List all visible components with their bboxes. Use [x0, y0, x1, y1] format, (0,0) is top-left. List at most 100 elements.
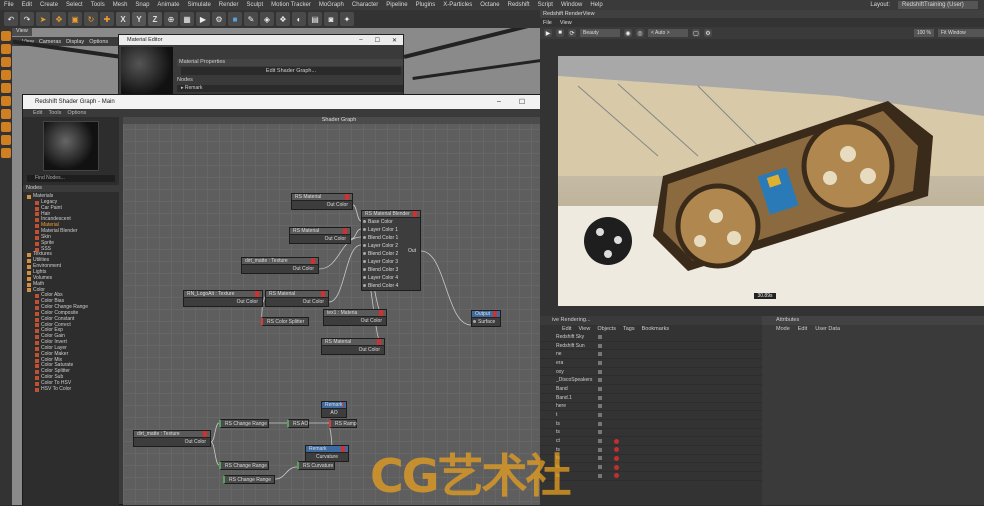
subdivision-icon[interactable]: ◈	[260, 12, 274, 26]
points-mode-icon[interactable]	[1, 57, 11, 67]
menu-item-help[interactable]: Help	[586, 2, 606, 8]
minimize-icon[interactable]: –	[497, 98, 501, 106]
object-row[interactable]: Band	[540, 385, 762, 394]
visibility-toggle[interactable]	[598, 352, 602, 356]
object-row[interactable]: Band.1	[540, 394, 762, 403]
object-row[interactable]: ct	[540, 437, 762, 446]
visibility-toggle[interactable]	[598, 474, 602, 478]
om-menu-bookmarks[interactable]: Bookmarks	[642, 326, 670, 332]
menu-item-redshift[interactable]: Redshift	[504, 2, 534, 8]
node-logotex[interactable]: RN_LogoAlt : TextureOut Color	[183, 290, 263, 307]
zoom-field[interactable]: 100 %	[914, 29, 934, 37]
visibility-toggle[interactable]	[598, 439, 602, 443]
object-row[interactable]: here	[540, 403, 762, 412]
maximize-icon[interactable]: ☐	[519, 98, 525, 106]
model-mode-icon[interactable]	[1, 31, 11, 41]
material-tag-icon[interactable]	[614, 465, 619, 470]
snap-icon[interactable]	[1, 109, 11, 119]
object-row[interactable]: era	[540, 359, 762, 368]
visibility-toggle[interactable]	[598, 448, 602, 452]
menu-item-file[interactable]: File	[0, 2, 18, 8]
node-splitter[interactable]: RS Color Splitter	[261, 317, 309, 326]
x-axis-button[interactable]: X	[116, 12, 130, 26]
grid-icon[interactable]	[1, 148, 11, 158]
render-view-icon[interactable]: ▶	[196, 12, 210, 26]
lock-icon[interactable]	[1, 135, 11, 145]
node-input-port[interactable]: Blend Color 3	[362, 266, 420, 274]
rotate-tool-icon[interactable]: ↻	[84, 12, 98, 26]
node-output-port[interactable]: Out	[404, 247, 420, 255]
node-rsmat2[interactable]: RS MaterialOut Color	[289, 227, 351, 244]
material-tag-icon[interactable]	[614, 439, 619, 444]
z-axis-button[interactable]: Z	[148, 12, 162, 26]
sg-menu-tools[interactable]: Tools	[48, 110, 61, 116]
edges-mode-icon[interactable]	[1, 70, 11, 80]
object-row[interactable]: ne	[540, 350, 762, 359]
node-input-port[interactable]: Layer Color 3	[362, 258, 420, 266]
node-output-port[interactable]: Out Color	[266, 298, 328, 306]
tree-item[interactable]: HSV To Color	[23, 387, 119, 393]
material-tag-icon[interactable]	[614, 456, 619, 461]
visibility-toggle[interactable]	[598, 378, 602, 382]
edit-shader-graph-button[interactable]: Edit Shader Graph...	[181, 67, 401, 75]
close-icon[interactable]: ✕	[392, 37, 397, 44]
menu-item-simulate[interactable]: Simulate	[183, 2, 214, 8]
shader-graph-titlebar[interactable]: Redshift Shader Graph - Main –☐✕	[23, 95, 557, 109]
menu-item-edit[interactable]: Edit	[18, 2, 36, 8]
menu-item-character[interactable]: Character	[348, 2, 382, 8]
node-output[interactable]: OutputSurface	[471, 310, 501, 327]
attr-menu-edit[interactable]: Edit	[798, 326, 807, 332]
node-remark_ao[interactable]: RemarkAO	[321, 401, 347, 418]
node-input-port[interactable]: Layer Color 4	[362, 274, 420, 282]
visibility-toggle[interactable]	[598, 465, 602, 469]
node-cr1[interactable]: RS Change Range	[219, 419, 269, 428]
node-input-port[interactable]: Blend Color 1	[362, 234, 420, 242]
camera-icon[interactable]: ◙	[324, 12, 338, 26]
node-dirt2[interactable]: dirt_matte : TextureOut Color	[133, 430, 211, 447]
move-tool-icon[interactable]: ✥	[52, 12, 66, 26]
menu-item-mograph[interactable]: MoGraph	[315, 2, 348, 8]
object-row[interactable]: ts	[540, 472, 762, 481]
visibility-toggle[interactable]	[598, 396, 602, 400]
visibility-toggle[interactable]	[598, 361, 602, 365]
light-icon[interactable]: ✦	[340, 12, 354, 26]
maximize-icon[interactable]: ☐	[375, 37, 380, 44]
object-row[interactable]: oxy	[540, 368, 762, 377]
menu-item-animate[interactable]: Animate	[153, 2, 183, 8]
coord-system-icon[interactable]: ⊕	[164, 12, 178, 26]
menu-item-mesh[interactable]: Mesh	[109, 2, 132, 8]
menu-item-select[interactable]: Select	[62, 2, 87, 8]
node-rsmat1[interactable]: RS MaterialOut Color	[291, 193, 353, 210]
menu-item-sculpt[interactable]: Sculpt	[242, 2, 267, 8]
sg-menu-edit[interactable]: Edit	[33, 110, 42, 116]
object-row[interactable]: _DiscoSpeakers	[540, 376, 762, 385]
node-rsmat4[interactable]: RS MaterialOut Color	[321, 338, 385, 355]
object-row[interactable]: Redshift Sky	[540, 333, 762, 342]
node-cr3[interactable]: RS Change Range	[223, 475, 275, 484]
node-ramp[interactable]: RS Ramp	[329, 419, 357, 428]
node-input-port[interactable]: Base Color	[362, 218, 420, 226]
menu-item-motion-tracker[interactable]: Motion Tracker	[267, 2, 315, 8]
pen-icon[interactable]: ✎	[244, 12, 258, 26]
menu-item-script[interactable]: Script	[534, 2, 557, 8]
object-row[interactable]: Redshift Sun	[540, 342, 762, 351]
node-output-port[interactable]: Out Color	[324, 317, 386, 325]
om-menu-tags[interactable]: Tags	[623, 326, 635, 332]
viewport-menu-display[interactable]: Display	[66, 39, 84, 45]
visibility-toggle[interactable]	[598, 370, 602, 374]
y-axis-button[interactable]: Y	[132, 12, 146, 26]
material-tag-icon[interactable]	[614, 473, 619, 478]
deformer-icon[interactable]: ◐	[292, 12, 306, 26]
node-output-port[interactable]: Out Color	[290, 235, 350, 243]
render-region-icon[interactable]: ▦	[180, 12, 194, 26]
fit-select[interactable]: Fit Window	[938, 29, 984, 37]
object-row[interactable]: ts	[540, 429, 762, 438]
sg-menu-options[interactable]: Options	[67, 110, 86, 116]
node-output-port[interactable]: Out Color	[322, 346, 384, 354]
visibility-toggle[interactable]	[598, 413, 602, 417]
node-input-port[interactable]: Blend Color 4	[362, 282, 420, 290]
material-tag-icon[interactable]	[614, 447, 619, 452]
refresh-icon[interactable]: ⟳	[568, 29, 576, 37]
menu-item-window[interactable]: Window	[557, 2, 586, 8]
visibility-toggle[interactable]	[598, 344, 602, 348]
